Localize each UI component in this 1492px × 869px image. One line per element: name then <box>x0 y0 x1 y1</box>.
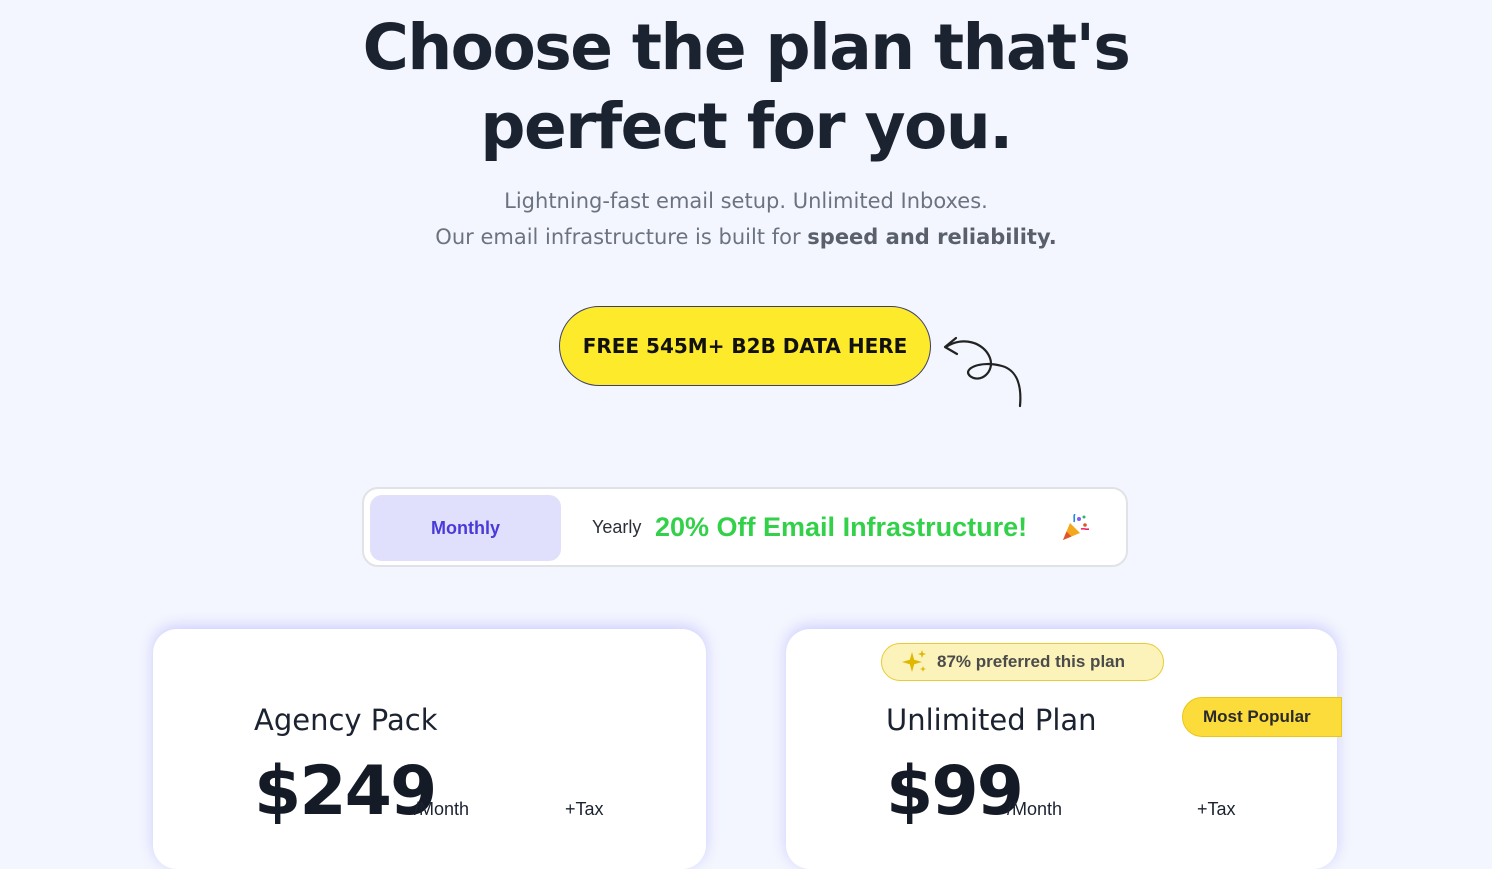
tab-yearly[interactable]: Yearly <box>592 489 641 565</box>
headline-line-1: Choose the plan that's <box>362 11 1131 84</box>
party-popper-icon <box>1063 514 1089 540</box>
plan-card-agency: Agency Pack $249 /Month +Tax <box>153 629 706 869</box>
plan-period: /Month <box>414 799 470 819</box>
most-popular-badge: Most Popular <box>1182 697 1342 737</box>
subtitle-line-2: Our email infrastructure is built for sp… <box>0 219 1492 255</box>
promo-label: 20% Off Email Infrastructure! <box>655 511 1028 542</box>
plan-price: $99 <box>886 752 1024 831</box>
curly-arrow-icon <box>943 336 1022 408</box>
subtitle-line-2-text: Our email infrastructure is built for <box>435 225 808 249</box>
subtitle-line-2-bold: speed and reliability. <box>807 225 1057 249</box>
subtitle: Lightning-fast email setup. Unlimited In… <box>0 183 1492 255</box>
plan-name: Agency Pack <box>254 703 438 737</box>
plan-name: Unlimited Plan <box>886 703 1097 737</box>
preferred-badge: 87% preferred this plan <box>881 643 1164 681</box>
tab-monthly[interactable]: Monthly <box>370 495 561 561</box>
sparkle-icon <box>902 650 926 672</box>
subtitle-line-1: Lightning-fast email setup. Unlimited In… <box>504 189 988 213</box>
billing-toggle: Monthly Yearly 20% Off Email Infrastruct… <box>362 487 1128 567</box>
plan-period: /Month <box>1007 799 1063 819</box>
page-title: Choose the plan that's perfect for you. <box>0 8 1492 166</box>
preferred-badge-label: 87% preferred this plan <box>937 652 1126 671</box>
free-data-button[interactable]: FREE 545M+ B2B DATA HERE <box>559 306 931 386</box>
plan-tax: +Tax <box>565 799 604 819</box>
plan-price: $249 <box>254 752 437 831</box>
plan-card-unlimited: 87% preferred this plan Unlimited Plan M… <box>786 629 1342 869</box>
plan-tax: +Tax <box>1197 799 1236 819</box>
headline-line-2: perfect for you. <box>480 90 1013 163</box>
